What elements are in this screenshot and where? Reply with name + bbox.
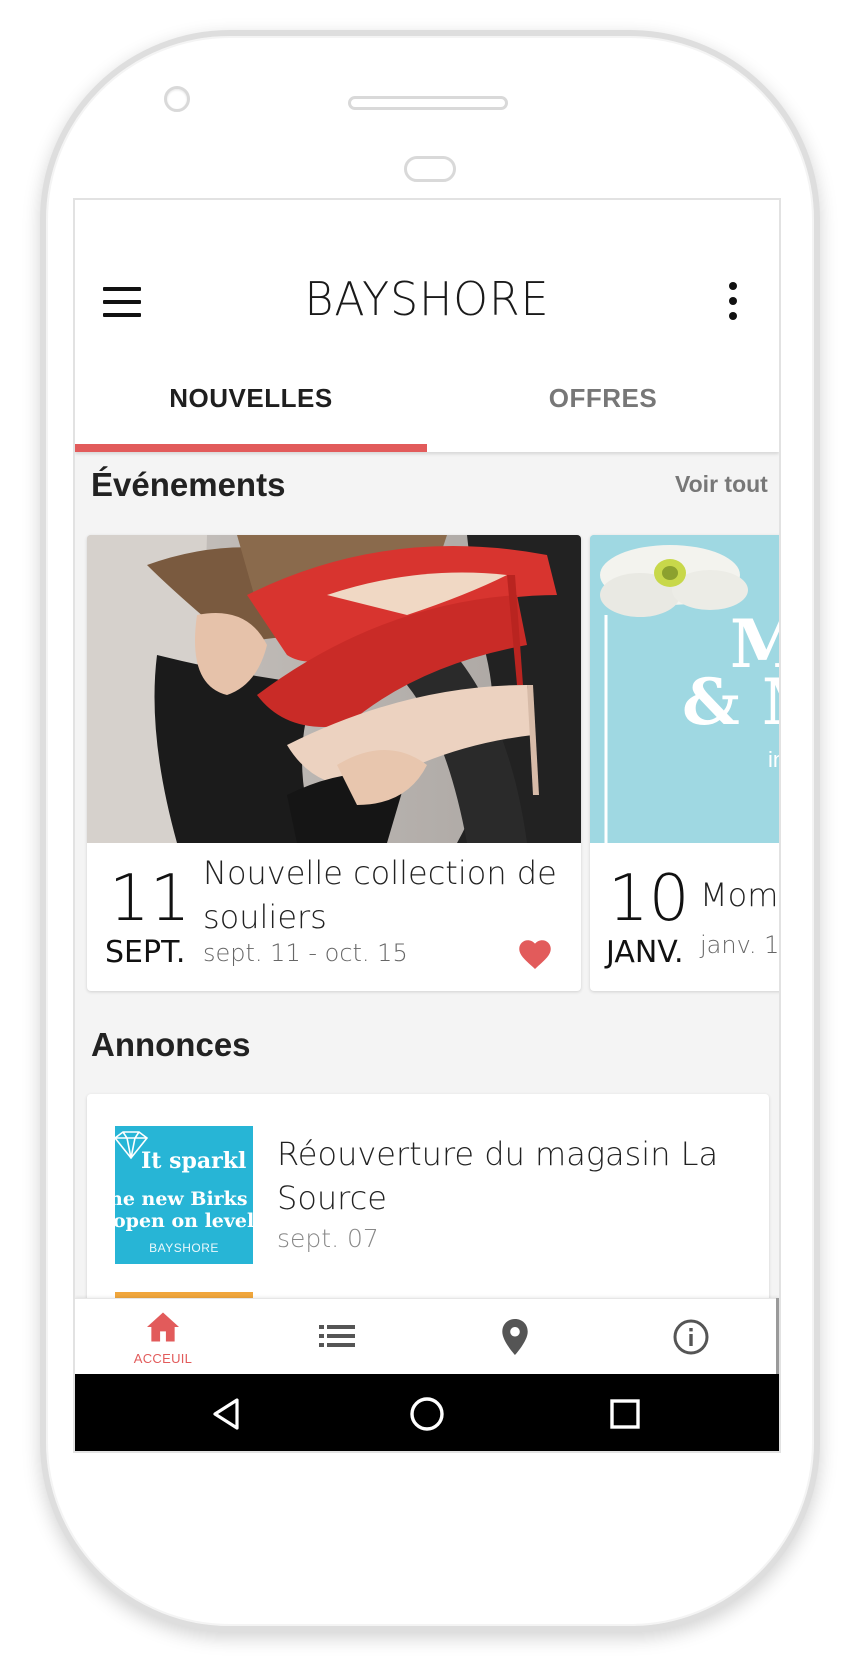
recent-apps-icon[interactable]	[603, 1392, 647, 1436]
nav-item-home[interactable]: ACCEUIL	[75, 1299, 251, 1375]
event-title: Nouvelle collection de souliers	[203, 854, 557, 936]
favorite-heart-icon[interactable]	[517, 937, 553, 971]
announcements-section-title: Annonces	[91, 1026, 251, 1063]
app-bar: BAYSHORE NOUVELLES OFFRES	[75, 200, 779, 452]
nav-label-home: ACCEUIL	[133, 1351, 193, 1366]
tab-nouvelles[interactable]: NOUVELLES	[75, 383, 427, 414]
home-icon	[147, 1312, 179, 1342]
thumb-text-line3: open on level	[115, 1210, 253, 1232]
see-all-link[interactable]: Voir tout	[675, 471, 768, 498]
thumb-brand: BAYSHORE	[149, 1241, 219, 1255]
list-icon	[319, 1325, 355, 1347]
event-card[interactable]: 11 SEPT. Nouvelle collection de souliers…	[87, 535, 581, 991]
event-month: JANV.	[606, 935, 684, 970]
event-date-range: janv. 1	[700, 931, 780, 959]
event-date-range: sept. 11 - oct. 15	[203, 939, 408, 967]
system-navigation-bar	[75, 1374, 779, 1451]
event-month: SEPT.	[105, 935, 186, 970]
earpiece-speaker	[348, 96, 508, 110]
brand-logo: BAYSHORE	[304, 272, 550, 326]
thumb-text-line1: It sparkl	[141, 1148, 247, 1174]
scrollbar[interactable]	[776, 1298, 779, 1384]
active-tab-indicator	[75, 444, 427, 452]
proximity-sensor	[404, 156, 456, 182]
info-icon	[673, 1319, 709, 1355]
announcement-thumbnail: It sparkl ne new Birks open on level BAY…	[115, 1126, 253, 1264]
event-day: 11	[109, 862, 191, 936]
back-icon[interactable]	[205, 1392, 249, 1436]
thumb-text-line2: ne new Birks	[115, 1188, 248, 1210]
announcement-title: Réouverture du magasin La Source	[277, 1135, 719, 1217]
events-section-title: Événements	[91, 466, 286, 503]
poster-text-line3: in	[768, 747, 779, 772]
event-card[interactable]: M & M in 10 JANV. Mom janv. 1	[590, 535, 780, 991]
nav-item-info[interactable]	[603, 1299, 779, 1375]
home-circle-icon[interactable]	[405, 1392, 449, 1436]
event-title: Mom	[700, 876, 779, 914]
app-screen: BAYSHORE NOUVELLES OFFRES Événements Voi…	[73, 198, 781, 1453]
tab-offres[interactable]: OFFRES	[427, 383, 779, 414]
announcement-date: sept. 07	[277, 1224, 379, 1253]
more-vert-icon[interactable]	[723, 282, 743, 322]
event-image-shoes	[87, 535, 581, 843]
front-camera	[164, 86, 190, 112]
poster-text-line2: & M	[682, 665, 779, 740]
event-day: 10	[608, 862, 690, 936]
bottom-navigation: ACCEUIL	[75, 1298, 779, 1375]
location-pin-icon	[502, 1319, 528, 1355]
nav-item-list[interactable]	[251, 1299, 427, 1375]
nav-item-map[interactable]	[427, 1299, 603, 1375]
event-image-poster: M & M in	[590, 535, 779, 843]
